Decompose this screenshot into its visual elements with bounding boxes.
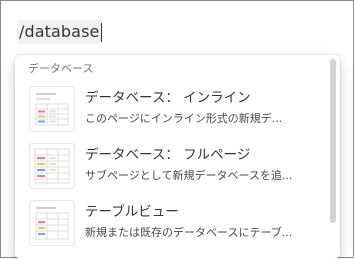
table-view-icon: [29, 200, 75, 246]
slash-command-text[interactable]: /database: [17, 20, 102, 44]
menu-item-title: データベース： フルページ: [85, 147, 251, 163]
text-caret: [101, 22, 103, 42]
menu-item-table-view[interactable]: テーブルビュー 新規または既存のデータベースにテーブ...: [21, 196, 326, 248]
menu-item-description: このページにインライン形式の新規デ...: [85, 112, 283, 125]
menu-item-database-inline[interactable]: データベース： インライン このページにインライン形式の新規デ...: [21, 82, 326, 134]
editor-line[interactable]: /database: [17, 18, 103, 46]
database-inline-icon: [29, 86, 75, 132]
menu-item-title: テーブルビュー: [85, 204, 179, 220]
menu-scrollbar[interactable]: [330, 59, 336, 223]
slash-command-menu: データベース データベース： インライン このページにインライン形式の新規デ..…: [15, 55, 340, 259]
menu-section-title: データベース: [28, 62, 94, 75]
menu-item-title: データベース： インライン: [85, 90, 251, 106]
menu-item-description: サブページとして新規データベースを追...: [85, 169, 293, 182]
menu-item-database-fullpage[interactable]: データベース： フルページ サブページとして新規データベースを追...: [21, 139, 326, 191]
menu-item-description: 新規または既存のデータベースにテーブ...: [85, 226, 293, 239]
database-fullpage-icon: [29, 143, 75, 189]
